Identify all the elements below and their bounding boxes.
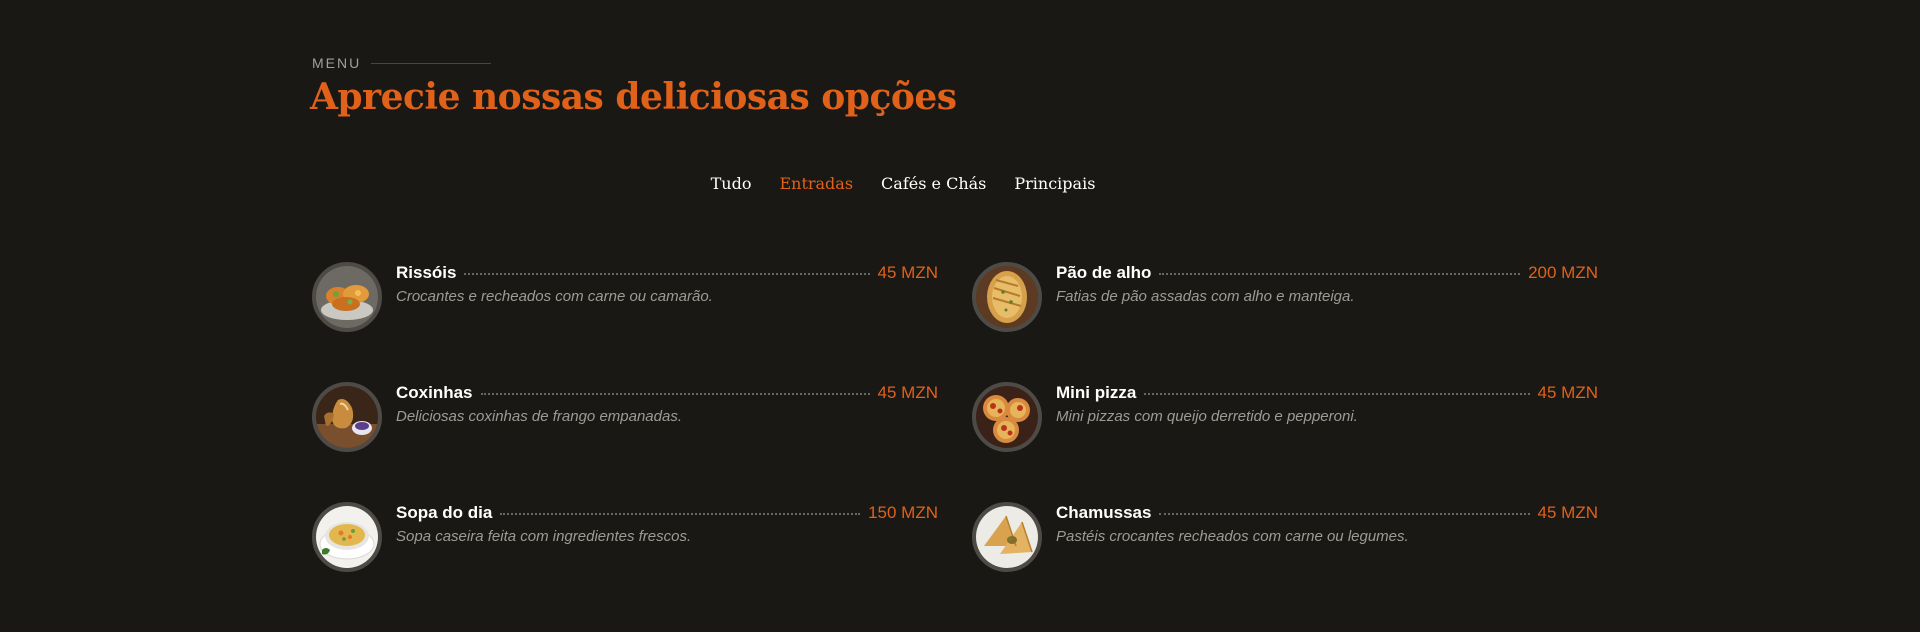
menu-item-price: 200 MZN xyxy=(1528,263,1598,282)
coxinhas-image xyxy=(312,382,382,452)
menu-item-name: Mini pizza xyxy=(1056,383,1137,402)
eyebrow-label: MENU xyxy=(312,55,362,71)
menu-item-description: Sopa caseira feita com ingredientes fres… xyxy=(396,528,692,545)
menu-filter-tabs: Tudo Entradas Cafés e Chás Principais xyxy=(0,174,1863,193)
dotted-leader xyxy=(1159,513,1530,515)
menu-item-description: Fatias de pão assadas com alho e manteig… xyxy=(1056,288,1355,305)
menu-item: Chamussas 45 MZN Pastéis crocantes reche… xyxy=(972,502,1598,574)
menu-item-price: 45 MZN xyxy=(1537,383,1598,402)
mini-pizza-image xyxy=(972,382,1042,452)
section-title: Aprecie nossas deliciosas opções xyxy=(310,76,957,118)
tab-tudo[interactable]: Tudo xyxy=(711,174,752,193)
menu-item-price: 150 MZN xyxy=(868,503,938,522)
dotted-leader xyxy=(480,393,870,395)
menu-item-name: Coxinhas xyxy=(396,383,473,402)
menu-item-header: Coxinhas 45 MZN xyxy=(396,382,938,404)
menu-item-description: Crocantes e recheados com carne ou camar… xyxy=(396,288,713,305)
menu-item: Sopa do dia 150 MZN Sopa caseira feita c… xyxy=(312,502,938,574)
dotted-leader xyxy=(464,273,870,275)
soup-photo-icon xyxy=(316,506,378,568)
dotted-leader xyxy=(500,513,861,515)
chamussas-photo-icon xyxy=(976,506,1038,568)
soup-image xyxy=(312,502,382,572)
menu-item-description: Deliciosas coxinhas de frango empanadas. xyxy=(396,408,683,425)
rissois-image xyxy=(312,262,382,332)
chamussas-image xyxy=(972,502,1042,572)
menu-item-name: Sopa do dia xyxy=(396,503,493,522)
dotted-leader xyxy=(1144,393,1530,395)
menu-item-header: Rissóis 45 MZN xyxy=(396,262,938,284)
dotted-leader xyxy=(1159,273,1521,275)
tab-principais[interactable]: Principais xyxy=(1014,174,1095,193)
menu-item: Coxinhas 45 MZN Deliciosas coxinhas de f… xyxy=(312,382,938,454)
tab-cafes-e-chas[interactable]: Cafés e Chás xyxy=(881,174,986,193)
menu-item-header: Sopa do dia 150 MZN xyxy=(396,502,938,524)
menu-item-name: Pão de alho xyxy=(1056,263,1152,282)
menu-item-header: Mini pizza 45 MZN xyxy=(1056,382,1598,404)
menu-item-name: Rissóis xyxy=(396,263,457,282)
menu-item-header: Pão de alho 200 MZN xyxy=(1056,262,1598,284)
menu-item-name: Chamussas xyxy=(1056,503,1152,522)
menu-item: Pão de alho 200 MZN Fatias de pão assada… xyxy=(972,262,1598,334)
tab-entradas[interactable]: Entradas xyxy=(779,174,853,193)
menu-item: Mini pizza 45 MZN Mini pizzas com queijo… xyxy=(972,382,1598,454)
menu-item-header: Chamussas 45 MZN xyxy=(1056,502,1598,524)
menu-item-description: Pastéis crocantes recheados com carne ou… xyxy=(1056,528,1409,545)
garlic-bread-photo-icon xyxy=(976,266,1038,328)
menu-item-price: 45 MZN xyxy=(1537,503,1598,522)
mini-pizza-photo-icon xyxy=(976,386,1038,448)
menu-section: MENU Aprecie nossas deliciosas opções Tu… xyxy=(0,0,1920,632)
coxinhas-photo-icon xyxy=(316,386,378,448)
menu-item-description: Mini pizzas com queijo derretido e peppe… xyxy=(1056,408,1358,425)
section-eyebrow: MENU xyxy=(312,55,492,71)
menu-item: Rissóis 45 MZN Crocantes e recheados com… xyxy=(312,262,938,334)
eyebrow-divider xyxy=(371,62,492,64)
menu-item-price: 45 MZN xyxy=(877,263,938,282)
menu-item-price: 45 MZN xyxy=(877,383,938,402)
garlic-bread-image xyxy=(972,262,1042,332)
rissois-photo-icon xyxy=(316,266,378,328)
